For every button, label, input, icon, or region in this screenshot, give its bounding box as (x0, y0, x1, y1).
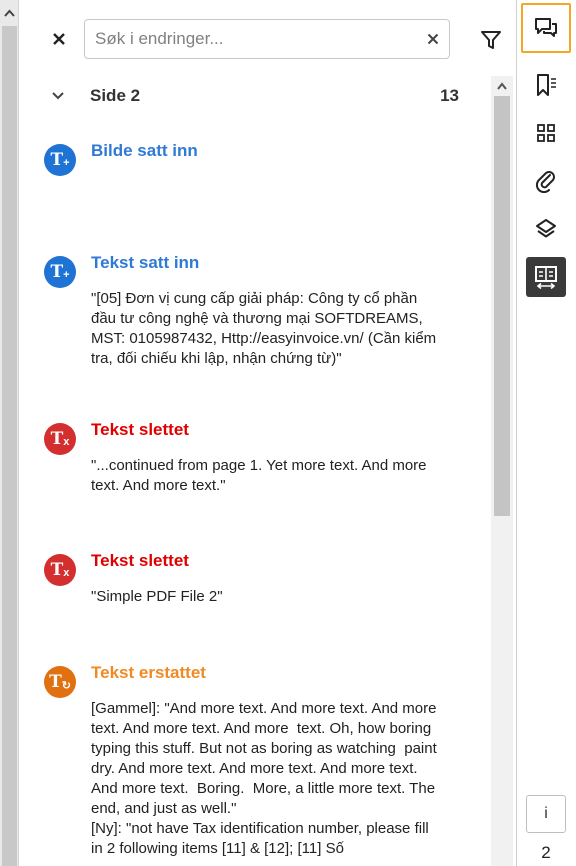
chevron-down-icon[interactable] (50, 88, 66, 104)
comments-button[interactable] (521, 3, 571, 53)
search-input[interactable] (95, 28, 415, 50)
section-count: 13 (440, 86, 459, 105)
page-number: 2 (541, 843, 551, 862)
section-header: Side 2 13 (50, 84, 465, 108)
scroll-up-icon[interactable] (3, 7, 16, 19)
right-toolbar: i 2 (516, 0, 576, 866)
comments-icon (535, 18, 557, 37)
compare-button[interactable] (526, 257, 566, 297)
change-text: "...continued from page 1. Yet more text… (91, 457, 431, 494)
bookmarks-button[interactable] (526, 65, 566, 105)
bookmark-list-icon (537, 74, 556, 96)
change-text: "Simple PDF File 2" (91, 588, 223, 605)
close-icon (427, 33, 439, 45)
list-scrollbar[interactable] (491, 76, 513, 866)
close-button[interactable] (48, 28, 70, 50)
scroll-up-icon[interactable] (495, 80, 509, 92)
search-box (84, 19, 450, 59)
info-button[interactable]: i (526, 795, 566, 833)
left-scroll-strip (0, 0, 19, 866)
change-type[interactable]: Tekst erstattet (91, 663, 206, 683)
change-type[interactable]: Bilde satt inn (91, 141, 198, 161)
compare-icon (535, 266, 557, 290)
section-title: Side 2 (90, 86, 141, 105)
layers-button[interactable] (526, 209, 566, 249)
text-insert-icon: T + (44, 144, 76, 176)
attachments-button[interactable] (526, 161, 566, 201)
close-icon (53, 33, 65, 45)
change-type[interactable]: Tekst slettet (91, 551, 189, 571)
change-text: [Gammel]: "And more text. And more text.… (91, 700, 437, 857)
thumbnails-button[interactable] (526, 113, 566, 153)
clear-search-button[interactable] (425, 31, 441, 47)
paperclip-icon (535, 171, 555, 193)
layers-icon (536, 219, 556, 238)
text-insert-icon: T + (44, 256, 76, 288)
left-scroll-track[interactable] (2, 26, 17, 866)
text-delete-icon: Tx (44, 423, 76, 455)
text-delete-icon: Tx (44, 554, 76, 586)
change-type[interactable]: Tekst slettet (91, 420, 189, 440)
text-replace-icon: T ↻ (44, 666, 76, 698)
change-text: "[05] Đơn vị cung cấp giải pháp: Công ty… (91, 290, 441, 367)
filter-icon[interactable] (480, 28, 502, 52)
changes-list: T + Bilde satt inn T + Tekst satt inn "[05… (20, 120, 490, 866)
changes-panel: Side 2 13 T+ Bilde satt inn T+ Tekst sat… (20, 0, 515, 866)
scroll-thumb[interactable] (494, 96, 510, 516)
thumbnails-icon (537, 124, 555, 142)
change-type[interactable]: Tekst satt inn (91, 253, 199, 273)
